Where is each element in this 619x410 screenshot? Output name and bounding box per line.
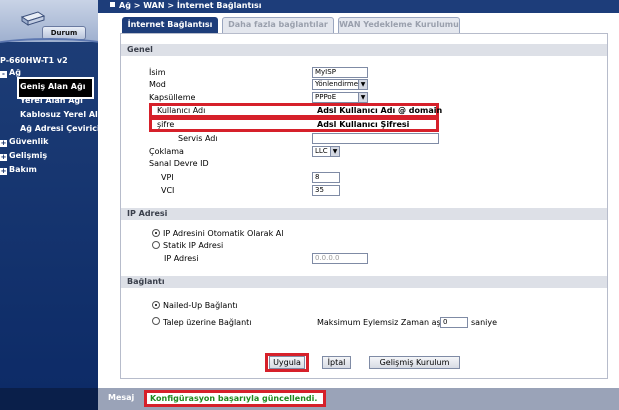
nav-gelismis-label: Gelişmiş <box>9 151 48 160</box>
username-input[interactable]: Adsl Kullanıcı Adı @ domain <box>317 106 442 115</box>
nav-ag-label: Ağ <box>9 68 21 77</box>
nailed-up-label: Nailed-Up Bağlantı <box>163 301 238 310</box>
nav-gelismis[interactable]: + Gelişmiş <box>0 151 47 161</box>
vpi-input[interactable]: 8 <box>312 172 340 183</box>
collapse-icon[interactable]: - <box>0 71 7 78</box>
sifre-label: şifre <box>157 120 175 129</box>
password-input[interactable]: Adsl Kullanıcı Şifresi <box>317 120 409 129</box>
tab-internet-baglantisi[interactable]: İnternet Bağlantısı <box>122 17 218 33</box>
coklama-select[interactable]: LLC ▼ <box>312 146 340 157</box>
nav-bakim[interactable]: + Bakım <box>0 165 37 175</box>
cancel-button[interactable]: İptal <box>322 356 351 369</box>
mod-label: Mod <box>149 80 166 89</box>
coklama-select-value: LLC <box>315 147 328 155</box>
ip-static-radio[interactable] <box>152 241 160 249</box>
sidebar-item-yerel-alan-agi[interactable]: Yerel Alan Ağı <box>20 96 83 105</box>
on-demand-radio[interactable] <box>152 317 160 325</box>
expand-icon[interactable]: + <box>0 140 7 147</box>
section-ip-adresi: IP Adresi <box>121 208 607 220</box>
expand-icon[interactable]: + <box>0 168 7 175</box>
ip-auto-radio[interactable] <box>152 229 160 237</box>
mod-select[interactable]: Yönlendirme ▼ <box>312 79 368 90</box>
advanced-setup-button[interactable]: Gelişmiş Kurulum <box>369 356 460 369</box>
chevron-down-icon: ▼ <box>358 80 367 89</box>
idle-timeout-label: Maksimum Eylemsiz Zaman aşımı <box>317 318 453 327</box>
content-panel: Genel İsim MyISP Mod Yönlendirme ▼ Kapsü… <box>120 33 608 379</box>
isim-label: İsim <box>149 68 166 77</box>
mod-select-value: Yönlendirme <box>315 80 359 88</box>
bullet-icon <box>110 2 115 7</box>
ip-static-label: Statik IP Adresi <box>163 241 224 250</box>
idle-timeout-unit: saniye <box>471 318 498 327</box>
nav-bakim-label: Bakım <box>9 165 37 174</box>
sanal-devre-label: Sanal Devre ID <box>149 159 209 168</box>
isim-input[interactable]: MyISP <box>312 67 368 78</box>
nav-guvenlik[interactable]: + Güvenlik <box>0 137 48 147</box>
kapsulleme-select[interactable]: PPPoE ▼ <box>312 92 368 103</box>
sidebar: Durum P-660HW-T1 v2 - Ağ Geniş Alan Ağı Y… <box>0 0 98 410</box>
apply-button[interactable]: Uygula <box>269 356 305 369</box>
section-genel: Genel <box>121 44 607 56</box>
ip-address-input[interactable]: 0.0.0.0 <box>312 253 368 264</box>
sidebar-item-kablosuz[interactable]: Kablosuz Yerel Ala <box>20 110 98 119</box>
vpi-label: VPI <box>161 173 174 182</box>
servis-label: Servis Adı <box>178 134 218 143</box>
expand-icon[interactable]: + <box>0 154 7 161</box>
nailed-up-radio[interactable] <box>152 301 160 309</box>
status-message: Konfigürasyon başarıyla güncellendi. <box>144 390 326 407</box>
ip-auto-label: IP Adresini Otomatik Olarak Al <box>163 229 284 238</box>
tab-daha-fazla-baglantilar[interactable]: Daha fazla bağlantılar <box>222 17 334 33</box>
chevron-down-icon: ▼ <box>358 93 367 102</box>
message-label: Mesaj <box>108 393 135 402</box>
vci-input[interactable]: 35 <box>312 185 340 196</box>
sidebar-item-genis-alan-agi[interactable]: Geniş Alan Ağı <box>20 82 85 91</box>
coklama-label: Çoklama <box>149 147 184 156</box>
kullanici-label: Kullanıcı Adı <box>157 106 206 115</box>
nav-guvenlik-label: Güvenlik <box>9 137 49 146</box>
idle-timeout-input[interactable]: 0 <box>440 317 468 328</box>
main-panel: Ağ > WAN > İnternet Bağlantısı İnternet … <box>98 0 619 410</box>
ip-address-label: IP Adresi <box>164 254 199 263</box>
vci-label: VCI <box>161 186 175 195</box>
tab-wan-yedekleme[interactable]: WAN Yedekleme Kurulumu <box>338 17 460 33</box>
device-model: P-660HW-T1 v2 <box>0 56 68 65</box>
message-bar: Mesaj Konfigürasyon başarıyla güncellend… <box>98 388 619 410</box>
sidebar-footer <box>0 388 98 410</box>
kapsulleme-select-value: PPPoE <box>315 93 337 101</box>
kapsulleme-label: Kapsülleme <box>149 93 196 102</box>
chevron-down-icon: ▼ <box>330 147 339 156</box>
router-icon <box>20 11 46 26</box>
tab-bar: İnternet Bağlantısı Daha fazla bağlantıl… <box>98 13 619 33</box>
breadcrumb-text: Ağ > WAN > İnternet Bağlantısı <box>119 1 262 10</box>
sidebar-item-nat[interactable]: Ağ Adresi Çevirici <box>20 124 98 133</box>
section-baglanti: Bağlantı <box>121 276 607 288</box>
on-demand-label: Talep üzerine Bağlantı <box>163 318 252 327</box>
breadcrumb: Ağ > WAN > İnternet Bağlantısı <box>98 0 619 13</box>
servis-input[interactable] <box>312 133 439 144</box>
